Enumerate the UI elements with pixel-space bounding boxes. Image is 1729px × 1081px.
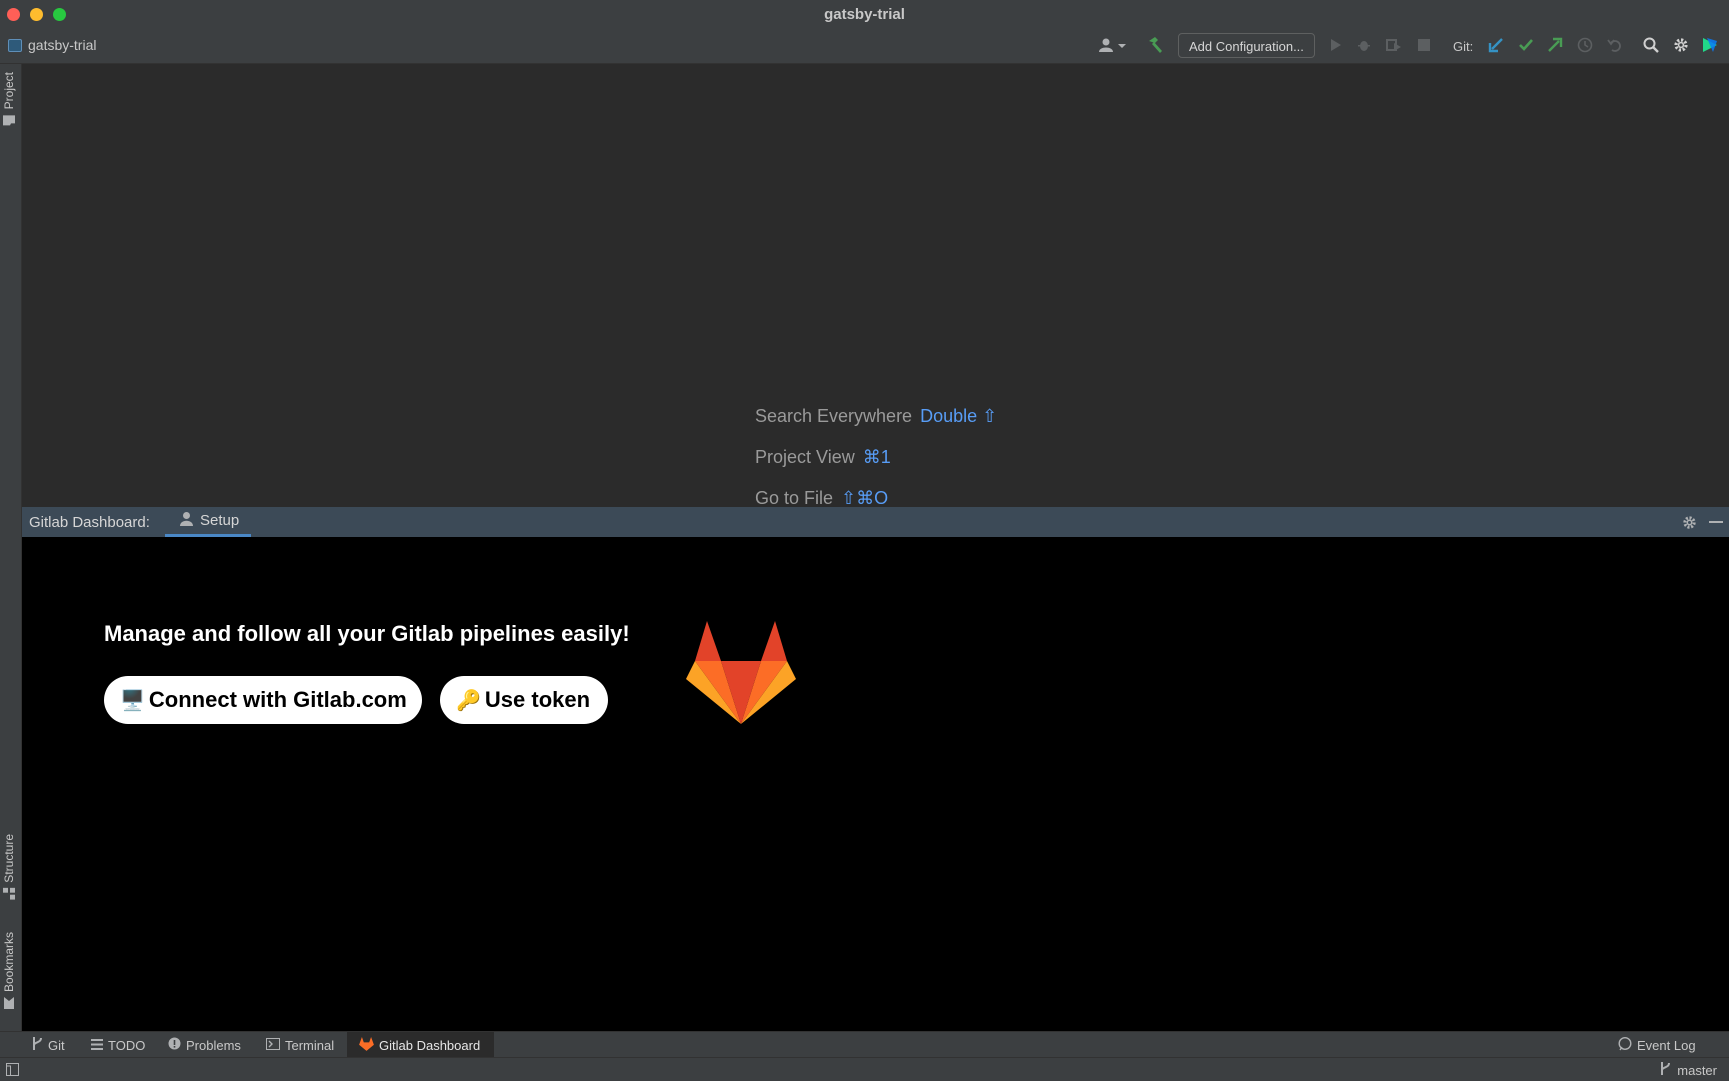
search-icon[interactable] [1641, 34, 1661, 56]
tab-setup[interactable]: Setup [165, 507, 252, 537]
project-breadcrumb[interactable]: gatsby-trial [8, 37, 96, 53]
git-toolbar-label: Git: [1453, 39, 1474, 54]
tab-setup-label: Setup [200, 512, 240, 529]
run-icon[interactable] [1326, 34, 1344, 56]
gitlab-panel-header: Gitlab Dashboard: Setup [22, 507, 1729, 537]
bottom-tab-todo[interactable]: TODO [83, 1032, 153, 1058]
bottom-tab-problems[interactable]: Problems [160, 1032, 249, 1058]
status-bar: master [0, 1057, 1729, 1081]
git-history-clock-icon[interactable] [1575, 34, 1595, 56]
bottom-tab-label: Git [48, 1037, 65, 1053]
settings-gear-icon[interactable] [1671, 34, 1691, 56]
hint-label: Go to File [755, 488, 834, 508]
bookmarks-tool-label: Bookmarks [2, 932, 16, 993]
main-toolbar: gatsby-trial Add Configuration... Git: [0, 28, 1729, 64]
hint-label: Project View [755, 447, 855, 467]
event-log-button[interactable]: Event Log [1610, 1032, 1704, 1058]
bottom-tab-label: Gitlab Dashboard [379, 1037, 481, 1053]
folder-icon [2, 114, 16, 126]
bottom-tool-tabs: Git TODO Problems Terminal Gitlab Dashbo… [0, 1031, 1729, 1058]
project-tool-tab[interactable]: Project [2, 72, 16, 126]
user-switcher-icon[interactable] [1097, 34, 1129, 56]
git-update-icon[interactable] [1486, 34, 1506, 56]
bottom-tab-label: Terminal [285, 1037, 335, 1053]
panel-minimize-icon[interactable] [1705, 511, 1727, 533]
hint-shortcut: Double ⇧ [920, 406, 998, 426]
gitlab-small-icon [359, 1036, 374, 1054]
project-folder-icon [8, 38, 22, 52]
key-icon: 🔑 [456, 690, 481, 712]
event-log-bubble-icon [1618, 1036, 1632, 1054]
gitlab-panel-body: Manage and follow all your Gitlab pipeli… [22, 537, 1729, 1031]
bottom-tab-label: TODO [108, 1037, 146, 1053]
bottom-tab-git[interactable]: Git [24, 1032, 73, 1058]
event-log-label: Event Log [1637, 1037, 1696, 1053]
add-configuration-button[interactable]: Add Configuration... [1178, 33, 1315, 58]
terminal-icon [266, 1037, 280, 1053]
connect-gitlab-label: Connect with Gitlab.com [148, 687, 407, 712]
bookmarks-tool-tab[interactable]: Bookmarks [2, 932, 16, 1010]
connect-gitlab-button[interactable]: 🖥️ Connect with Gitlab.com [104, 676, 422, 724]
structure-tool-tab[interactable]: Structure [2, 834, 16, 900]
run-with-coverage-icon[interactable] [1384, 34, 1404, 56]
hint-project-view: Project View ⌘1 [755, 447, 891, 468]
left-tool-strip: Project Structure Bookmarks [0, 64, 22, 1031]
jetbrains-toolbox-icon[interactable] [1700, 34, 1720, 56]
toggle-tool-windows-icon[interactable] [4, 1061, 20, 1077]
stop-icon[interactable] [1415, 34, 1433, 56]
branch-icon [1660, 1062, 1671, 1078]
window-titlebar: gatsby-trial [0, 0, 1729, 28]
gitlab-logo-icon [686, 621, 796, 724]
bottom-tab-gitlab-dashboard[interactable]: Gitlab Dashboard [347, 1032, 494, 1058]
panel-settings-gear-icon[interactable] [1678, 511, 1700, 533]
git-commit-check-icon[interactable] [1516, 34, 1536, 56]
gitlab-panel-title: Gitlab Dashboard: [29, 514, 150, 531]
list-icon [91, 1038, 103, 1053]
bottom-tab-terminal[interactable]: Terminal [258, 1032, 342, 1058]
window-title: gatsby-trial [824, 6, 905, 23]
git-rollback-icon[interactable] [1605, 34, 1625, 56]
bookmark-icon [2, 997, 16, 1010]
hint-shortcut: ⇧⌘O [841, 488, 889, 508]
build-hammer-icon[interactable] [1144, 34, 1166, 56]
use-token-label: Use token [484, 687, 591, 712]
project-tool-label: Project [2, 72, 16, 110]
bottom-tab-label: Problems [186, 1037, 241, 1053]
git-branch-icon [32, 1037, 43, 1053]
structure-tool-label: Structure [2, 834, 16, 883]
debug-bug-icon[interactable] [1355, 34, 1373, 56]
git-push-icon[interactable] [1545, 34, 1565, 56]
use-token-button[interactable]: 🔑 Use token [440, 676, 608, 724]
hint-go-to-file: Go to File ⇧⌘O [755, 488, 888, 509]
gitlab-tagline: Manage and follow all your Gitlab pipeli… [104, 621, 630, 646]
hint-shortcut: ⌘1 [862, 447, 891, 467]
user-icon [179, 511, 194, 530]
branch-name: master [1677, 1062, 1717, 1078]
hint-label: Search Everywhere [755, 406, 913, 426]
structure-icon [2, 887, 16, 900]
git-branch-widget[interactable]: master [1660, 1062, 1717, 1078]
problems-exclamation-icon [168, 1037, 181, 1053]
computer-icon: 🖥️ [120, 690, 145, 712]
project-name: gatsby-trial [28, 37, 97, 53]
hint-search-everywhere: Search Everywhere Double ⇧ [755, 406, 997, 427]
editor-empty-area: Search Everywhere Double ⇧ Project View ⌘1… [22, 64, 1729, 509]
